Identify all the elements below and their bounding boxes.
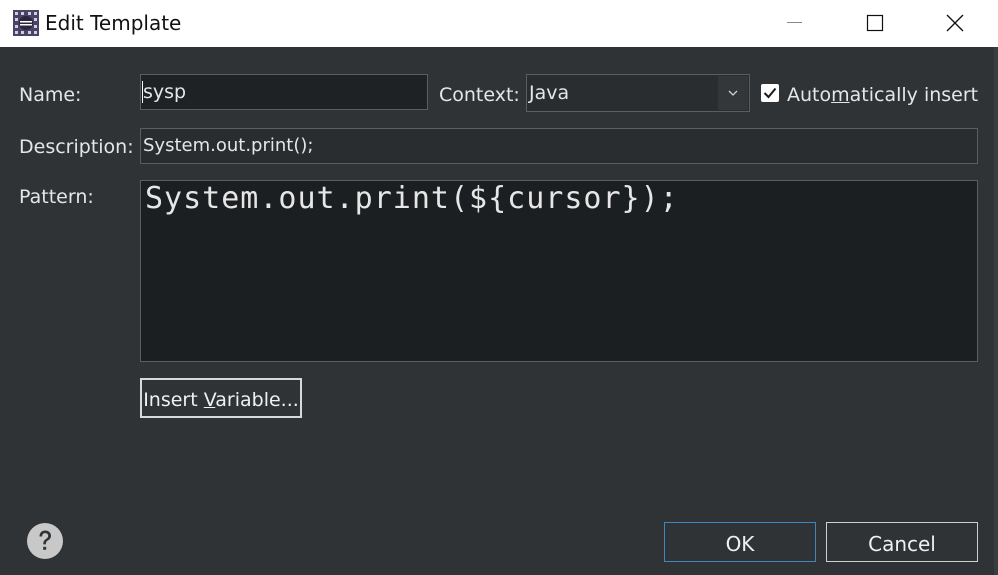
minimize-button[interactable] (765, 0, 825, 47)
close-icon (946, 14, 964, 32)
maximize-button[interactable] (845, 0, 905, 47)
context-dropdown-arrow[interactable] (718, 76, 748, 110)
close-button[interactable] (925, 0, 985, 47)
ok-button[interactable]: OK (664, 522, 816, 562)
pattern-label: Pattern: (19, 186, 94, 208)
context-dropdown[interactable]: Java (526, 74, 750, 112)
auto-insert-label[interactable]: Automatically insert (787, 84, 978, 106)
description-input[interactable]: System.out.print(); (140, 128, 978, 164)
insert-variable-label: Insert (143, 389, 204, 411)
description-label: Description: (19, 136, 134, 158)
chevron-down-icon (728, 90, 738, 96)
pattern-editor[interactable]: System.out.print(${cursor}); (140, 180, 978, 362)
minimize-icon (787, 22, 802, 23)
help-icon[interactable] (26, 522, 64, 560)
insert-variable-mnemonic: V (203, 389, 216, 411)
context-label: Context: (439, 84, 520, 106)
auto-insert-label-part: Auto (787, 84, 832, 106)
title-bar: Edit Template (0, 0, 998, 47)
context-selected-value: Java (529, 82, 570, 104)
checkmark-icon (763, 87, 777, 99)
pattern-text: System.out.print(${cursor}); (145, 181, 679, 216)
auto-insert-label-rest: atically insert (849, 84, 979, 106)
cancel-button[interactable]: Cancel (826, 522, 978, 562)
window-title: Edit Template (45, 11, 182, 35)
text-caret (142, 81, 143, 103)
insert-variable-button[interactable]: Insert Variable... (140, 378, 302, 418)
maximize-icon (866, 14, 884, 32)
auto-insert-mnemonic: m (831, 84, 850, 106)
auto-insert-checkbox[interactable] (761, 84, 779, 102)
insert-variable-label-rest: ariable... (215, 389, 299, 411)
window-edge (994, 47, 998, 575)
name-input[interactable]: sysp (140, 74, 428, 110)
eclipse-app-icon (13, 10, 39, 36)
name-label: Name: (19, 84, 82, 106)
